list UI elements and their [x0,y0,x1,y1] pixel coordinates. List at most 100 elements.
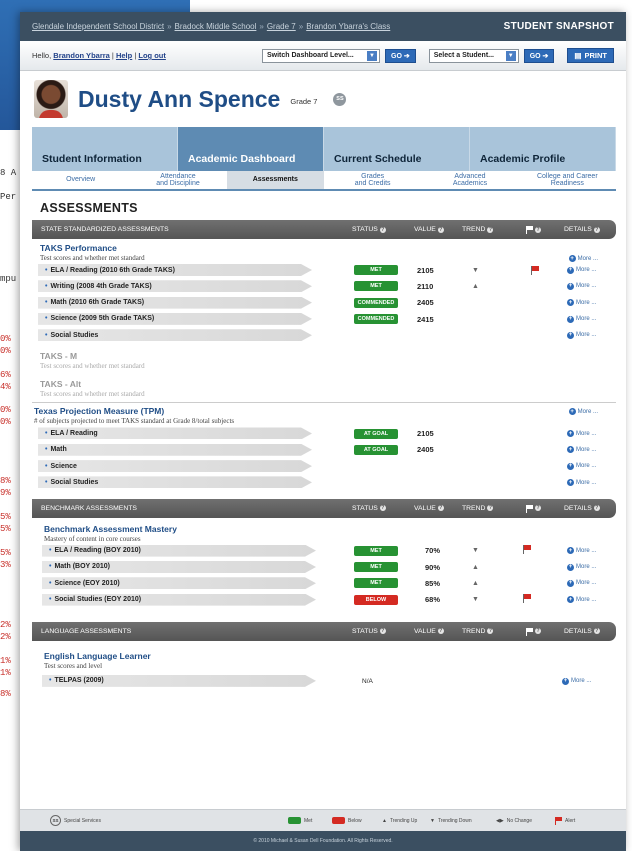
student-header: Dusty Ann Spence Grade 7 SS [20,71,626,127]
more-link[interactable]: + More ... [567,547,596,555]
help-icon[interactable]: ? [487,628,494,635]
dashboard-level-select[interactable]: Switch Dashboard Level... ▼ [262,48,380,63]
more-link[interactable]: + More ... [568,255,598,262]
help-icon[interactable]: ? [437,505,444,512]
bullet-icon: • [45,282,48,290]
subtab-assessments[interactable]: Assessments [226,171,324,189]
help-icon[interactable]: ? [593,628,600,635]
plus-icon: + [567,331,574,339]
row-label: • Social Studies (EOY 2010) [42,593,316,606]
help-icon[interactable]: ? [535,226,541,233]
row-value: 2405 [417,445,434,455]
help-link[interactable]: Help [116,51,132,60]
help-icon[interactable]: ? [437,628,444,635]
more-link[interactable]: + More ... [567,579,597,587]
help-icon[interactable]: ? [593,505,600,512]
subtab-label: College and Career [536,172,598,180]
help-icon[interactable]: ? [593,226,600,233]
more-link[interactable]: + More ... [567,446,596,454]
tab-current-schedule[interactable]: Current Schedule [324,127,470,171]
plus-icon: + [567,479,574,487]
status-badge: COMMENDED [354,297,398,308]
status-badge: COMMENDED [354,314,398,325]
more-label: More ... [576,564,597,571]
go-button[interactable]: GO ➔ [385,48,416,63]
group-title: TAKS - Alt [40,379,82,390]
plus-icon: + [567,596,574,604]
group-subtitle: Mastery of content in core courses [44,534,141,543]
value-column-label: VALUE [414,627,436,635]
help-icon[interactable]: ? [437,226,444,233]
more-label: More ... [576,580,597,587]
bullet-icon: • [49,579,52,587]
subtab-overview[interactable]: Overview [32,171,129,189]
go-button[interactable]: GO ➔ [523,48,555,63]
special-services-icon: SS [50,815,61,826]
student-select[interactable]: Select a Student... ▼ [428,48,519,63]
help-icon[interactable]: ? [379,226,386,233]
green-swatch-icon [288,817,301,824]
logout-link[interactable]: Log out [138,51,166,60]
group-subtitle: Test scores and whether met standard [40,254,145,262]
tab-student-information[interactable]: Student Information [32,127,178,171]
more-label: More ... [577,255,598,262]
breadcrumb-grade[interactable]: Grade 7 [267,22,296,31]
row-name: Social Studies [50,331,99,339]
legend-special-services: SS Special Services [50,815,101,826]
more-link[interactable]: + More ... [562,677,591,685]
more-link[interactable]: + More ... [567,315,596,323]
row-value: 2105 [417,429,434,439]
more-link[interactable]: + More ... [567,563,597,571]
group-title: English Language Learner [44,650,151,661]
tab-academic-profile[interactable]: Academic Profile [470,127,616,171]
row-label: • ELA / Reading (2010 6th Grade TAKS) [38,264,312,276]
student-snapshot-page: Glendale Independent School District » B… [20,12,626,851]
row-name: ELA / Reading (2010 6th Grade TAKS) [50,266,175,274]
row-label: • Math (2010 6th Grade TAKS) [38,296,312,309]
subtab-advanced-academics[interactable]: Advanced Academics [421,171,518,189]
plus-icon: + [567,282,574,290]
separator: | [111,51,114,60]
breadcrumb-class[interactable]: Brandon Ybarra's Class [306,22,390,31]
help-icon[interactable]: ? [487,505,494,512]
more-link[interactable]: + More ... [567,331,597,339]
help-icon[interactable]: ? [379,505,386,512]
tab-academic-dashboard[interactable]: Academic Dashboard [178,127,324,171]
status-column-header: STATUS? [352,505,386,512]
more-link[interactable]: + More ... [567,299,596,307]
help-icon[interactable]: ? [379,628,386,635]
more-link[interactable]: + More ... [567,430,596,438]
status-badge: MET [354,562,398,573]
alert-flag-icon [523,544,531,554]
breadcrumb-district[interactable]: Glendale Independent School District [32,22,164,31]
more-label: More ... [576,332,597,339]
more-link[interactable]: + More ... [567,479,596,487]
help-icon[interactable]: ? [535,505,541,512]
help-icon[interactable]: ? [487,226,494,233]
bullet-icon: • [45,315,48,323]
more-link[interactable]: + More ... [567,266,596,274]
more-link[interactable]: + More ... [567,282,596,290]
help-icon[interactable]: ? [535,628,541,635]
row-label: • Science (EOY 2010) [42,577,316,590]
subtab-grades[interactable]: Grades and Credits [324,171,421,189]
status-badge: MET [354,265,398,276]
more-link[interactable]: + More ... [567,462,596,470]
subtab-attendance[interactable]: Attendance and Discipline [129,171,226,189]
subtab-college-career[interactable]: College and Career Readiness [519,171,616,189]
row-label: • Writing (2008 4th Grade TAKS) [38,280,312,293]
legend-label: Below [348,817,362,824]
more-link[interactable]: + More ... [567,596,596,604]
more-link[interactable]: + More ... [568,408,598,416]
no-change-icon: ◀▶ [496,817,504,824]
breadcrumb-school[interactable]: Bradock Middle School [175,22,257,31]
bullet-icon: • [49,563,52,571]
alert-flag-icon [523,593,531,603]
flag-column-header: ? [526,504,541,513]
row-value: 68% [425,595,441,605]
row-name: Writing (2008 4th Grade TAKS) [50,282,152,290]
group-subtitle: Test scores and whether met standard [40,362,145,371]
flag-column-header: ? [526,627,541,636]
print-button[interactable]: ▤ PRINT [567,48,614,63]
user-link[interactable]: Brandon Ybarra [53,51,110,60]
